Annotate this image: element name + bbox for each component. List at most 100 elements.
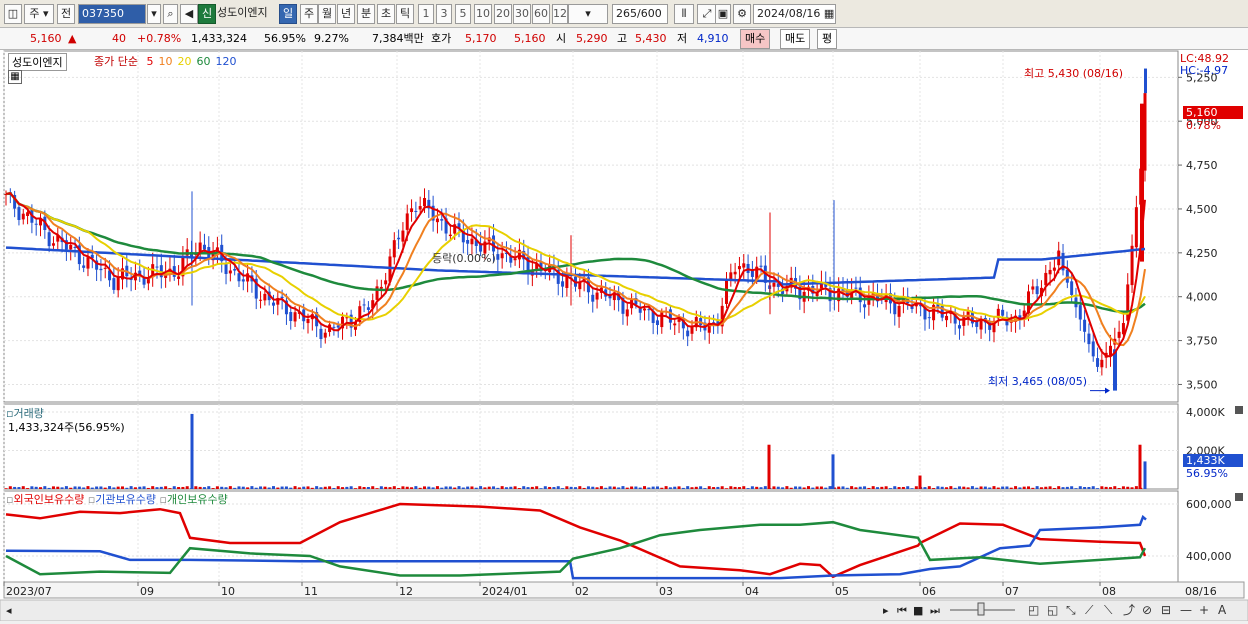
candle-body [440,219,444,221]
period-type-select[interactable]: 주 ▾ [24,4,54,24]
volume-bar [1009,487,1013,489]
volume-bar [690,487,694,489]
volume-bar [725,488,729,489]
volume-bar [302,486,306,489]
volume-bar [353,488,357,489]
candle-body [500,253,504,259]
volume-bar [729,486,733,489]
interval-button-3[interactable]: 10 [474,4,492,24]
price-tag[interactable]: 성도이엔지 [8,53,67,71]
x-axis-label: 07 [1005,585,1019,598]
volume-bar [500,486,504,489]
period-button-0[interactable]: 일 [279,4,297,24]
scrollbar [0,599,1248,622]
volume-bar [945,487,949,489]
volume-spike-bar [767,444,771,489]
candle-body [259,299,263,301]
trade-amount: 7,384백만 [372,32,424,45]
volume-bar [73,486,77,489]
candle-body [362,304,366,306]
period-button-3[interactable]: 년 [337,4,355,24]
volume-bar [358,486,362,489]
panel-close-icon [1235,406,1243,414]
volume-bar [168,488,172,489]
candle-icon[interactable]: ⫴ [674,4,694,24]
buy-button[interactable]: 매수 [740,29,771,49]
candle-body [397,237,401,240]
period-button-5[interactable]: 초 [377,4,395,24]
scroll-control-icon: ▸ [883,604,889,617]
interval-button-5[interactable]: 30 [513,4,531,24]
volume-bar [297,487,301,489]
volume-bar [328,486,332,489]
candle-body [86,257,90,269]
volume-bar [556,486,560,489]
low-price: 4,910 [697,32,729,45]
volume-bar [159,486,163,489]
volume-bar [867,487,871,489]
volume-bar [802,487,806,489]
volume-bar [1044,486,1048,489]
volume-bar [414,486,418,489]
interval-button-6[interactable]: 60 [532,4,550,24]
volume-bar [539,488,543,489]
volume-bar [655,486,659,489]
sound-icon[interactable]: ◀ [180,4,198,24]
x-axis-label: 10 [221,585,235,598]
volume-bar [116,486,120,489]
volume-bar [530,486,534,489]
low-annotation: 최저 3,465 (08/05) [988,375,1088,388]
volume-bar [535,486,539,489]
volume-bar [233,487,237,489]
interval-button-7[interactable]: 120 [552,4,568,24]
candle-body [414,210,418,212]
chart-menu-icon[interactable]: ◫ [4,4,22,24]
gear-icon[interactable]: ⚙ [733,4,751,24]
sell-button[interactable]: 매도 [780,29,811,49]
eval-button[interactable]: 평 [817,29,838,49]
period-button-6[interactable]: 틱 [396,4,414,24]
volume-bar [617,487,621,489]
volume-bar [90,487,94,489]
date-input[interactable]: 2024/08/16 ▦ [753,4,836,24]
volume-bar [806,486,810,489]
interval-button-1[interactable]: 3 [436,4,452,24]
volume-bar [293,486,297,489]
code-dropdown-icon[interactable]: ▾ [147,4,161,24]
toolbar-icon-1: ◱ [1047,603,1058,617]
candle-body [21,213,25,220]
interval-button-4[interactable]: 20 [494,4,512,24]
volume-bar [142,486,146,489]
legend-institution: 기관보유수량 [95,493,157,506]
interval-button-0[interactable]: 1 [418,4,434,24]
prev-button[interactable]: 전 [57,4,75,24]
volume-bar [716,486,720,489]
draw-tool-icon[interactable]: ⤢ [697,4,717,24]
candle-body [561,281,565,287]
interval-custom-select[interactable]: ▾ [568,4,608,24]
period-button-2[interactable]: 월 [318,4,336,24]
search-icon[interactable]: ⌕ [163,4,178,24]
volume-bar [625,487,629,489]
chart-area[interactable]: ◂ ▸ ⏮ ■ ⏭ ◰ ◱ ⤡ ⟋ ⟍ ⤴ ⊘ ⊟ — + A 5,250 5,000 4,750 4,500 4,25… [0,42,1248,622]
chart-svg[interactable]: ◂ ▸ ⏮ ■ ⏭ ◰ ◱ ⤡ ⟋ ⟍ ⤴ ⊘ ⊟ — + A5,2505,0004,7504,5004,25… [0,42,1248,622]
candle-body [82,265,86,268]
candle-body [1108,345,1112,356]
interval-button-2[interactable]: 5 [455,4,471,24]
volume-bar [742,486,746,489]
up-arrow-icon: ▲ [68,32,77,45]
period-button-1[interactable]: 주 [300,4,318,24]
legend-dot: ▫ [159,493,167,506]
count-input[interactable]: 265/600 [612,4,668,24]
volume-bar [220,486,224,489]
x-axis-label: 02 [575,585,589,598]
count-max: /600 [637,7,662,20]
calculator-icon[interactable]: ▦ [8,70,22,84]
code-input[interactable]: 037350 [78,4,146,24]
volume-bar [746,488,750,489]
period-button-4[interactable]: 분 [357,4,375,24]
volume-bar [612,486,616,489]
volume-bar [289,487,293,489]
save-icon[interactable]: ▣ [715,4,731,24]
toolbar-icon-4: ⟍ [1104,603,1113,617]
